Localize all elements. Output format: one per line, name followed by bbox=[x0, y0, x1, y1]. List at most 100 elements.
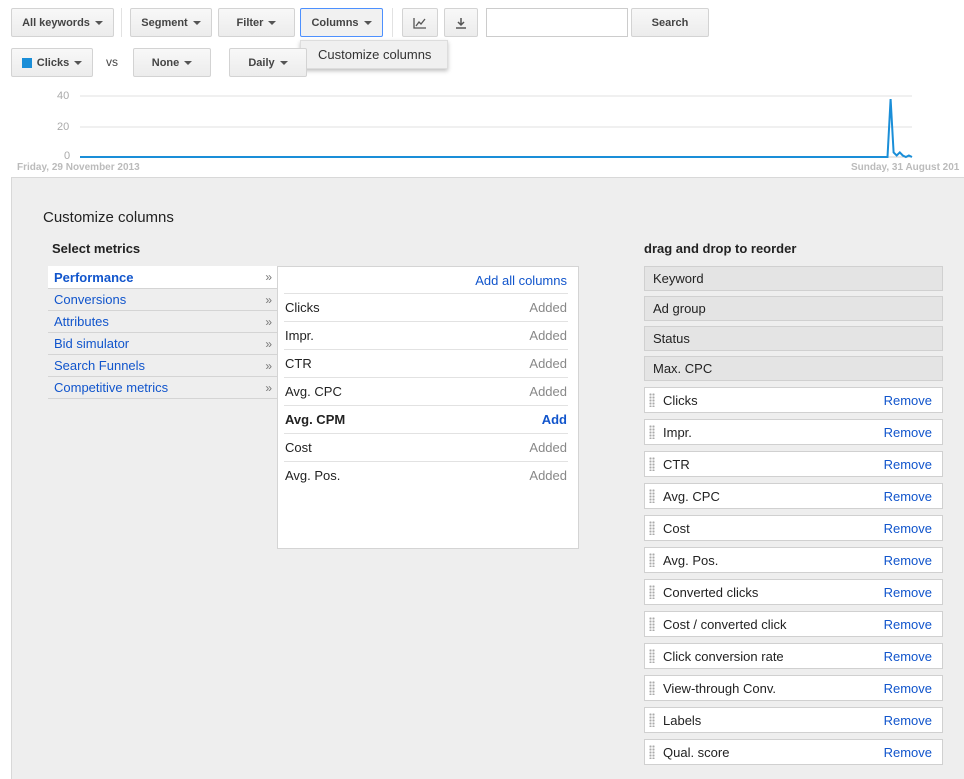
remove-link[interactable]: Remove bbox=[884, 585, 932, 600]
remove-link[interactable]: Remove bbox=[884, 681, 932, 696]
fixed-column-item: Max. CPC bbox=[644, 356, 943, 381]
draggable-column-item[interactable]: Cost / converted click Remove bbox=[644, 611, 943, 637]
remove-link[interactable]: Remove bbox=[884, 713, 932, 728]
metric-status: Added bbox=[529, 468, 567, 483]
remove-link[interactable]: Remove bbox=[884, 649, 932, 664]
clicks-series-line bbox=[80, 99, 913, 159]
metric-name: Clicks bbox=[285, 300, 320, 315]
column-label: Click conversion rate bbox=[663, 648, 784, 664]
remove-link[interactable]: Remove bbox=[884, 553, 932, 568]
remove-link[interactable]: Remove bbox=[884, 425, 932, 440]
select-metrics-heading: Select metrics bbox=[52, 241, 141, 256]
drag-handle-icon[interactable] bbox=[649, 489, 655, 503]
column-label: CTR bbox=[663, 456, 690, 472]
column-label: Converted clicks bbox=[663, 584, 759, 600]
remove-link[interactable]: Remove bbox=[884, 745, 932, 760]
fixed-column-item: Ad group bbox=[644, 296, 943, 321]
column-label: Avg. CPC bbox=[663, 488, 720, 504]
column-label: Qual. score bbox=[663, 744, 730, 760]
metric-category-list: Performance » Conversions » Attributes »… bbox=[48, 266, 278, 399]
drag-handle-icon[interactable] bbox=[649, 425, 655, 439]
drag-handle-icon[interactable] bbox=[649, 457, 655, 471]
metric-row: Avg. CPC Added bbox=[284, 377, 568, 405]
metric-name: Avg. CPM bbox=[285, 412, 346, 427]
drag-handle-icon[interactable] bbox=[649, 553, 655, 567]
column-label: Labels bbox=[663, 712, 702, 728]
category-label: Competitive metrics bbox=[54, 380, 169, 395]
draggable-column-item[interactable]: View-through Conv. Remove bbox=[644, 675, 943, 701]
metric-rows: Clicks Added Impr. Added CTR Added Avg. … bbox=[284, 293, 568, 489]
column-label: Clicks bbox=[663, 392, 698, 408]
double-chevron-right-icon: » bbox=[265, 292, 272, 307]
draggable-column-item[interactable]: Qual. score Remove bbox=[644, 739, 943, 765]
chart-start-date: Friday, 29 November 2013 bbox=[17, 162, 140, 173]
column-order-list: Keyword Ad group Status Max. CPC Clicks … bbox=[644, 266, 943, 771]
draggable-column-item[interactable]: Impr. Remove bbox=[644, 419, 943, 445]
metric-name: Cost bbox=[285, 440, 312, 455]
add-all-columns-link[interactable]: Add all columns bbox=[475, 273, 567, 288]
draggable-column-item[interactable]: Labels Remove bbox=[644, 707, 943, 733]
category-bid-simulator[interactable]: Bid simulator » bbox=[48, 333, 278, 355]
metric-name: Avg. Pos. bbox=[285, 468, 341, 483]
drag-handle-icon[interactable] bbox=[649, 617, 655, 631]
metric-list-box: Add all columns Clicks Added Impr. Added… bbox=[277, 266, 579, 549]
metric-row: Cost Added bbox=[284, 433, 568, 461]
category-conversions[interactable]: Conversions » bbox=[48, 289, 278, 311]
category-performance[interactable]: Performance » bbox=[48, 266, 278, 289]
drag-handle-icon[interactable] bbox=[649, 713, 655, 727]
drag-handle-icon[interactable] bbox=[649, 649, 655, 663]
column-label: Cost / converted click bbox=[663, 616, 787, 632]
metric-row: CTR Added bbox=[284, 349, 568, 377]
draggable-column-item[interactable]: Avg. CPC Remove bbox=[644, 483, 943, 509]
fixed-column-item: Status bbox=[644, 326, 943, 351]
metric-name: Avg. CPC bbox=[285, 384, 342, 399]
metric-name: Impr. bbox=[285, 328, 314, 343]
add-metric-link[interactable]: Add bbox=[542, 412, 567, 427]
draggable-column-item[interactable]: CTR Remove bbox=[644, 451, 943, 477]
remove-link[interactable]: Remove bbox=[884, 457, 932, 472]
category-label: Attributes bbox=[54, 314, 109, 329]
remove-link[interactable]: Remove bbox=[884, 521, 932, 536]
metric-status: Added bbox=[529, 300, 567, 315]
column-label: Impr. bbox=[663, 424, 692, 440]
draggable-column-item[interactable]: Cost Remove bbox=[644, 515, 943, 541]
drag-handle-icon[interactable] bbox=[649, 585, 655, 599]
metric-row: Clicks Added bbox=[284, 293, 568, 321]
category-search-funnels[interactable]: Search Funnels » bbox=[48, 355, 278, 377]
remove-link[interactable]: Remove bbox=[884, 489, 932, 504]
drag-handle-icon[interactable] bbox=[649, 681, 655, 695]
double-chevron-right-icon: » bbox=[265, 270, 272, 284]
drag-handle-icon[interactable] bbox=[649, 745, 655, 759]
drag-handle-icon[interactable] bbox=[649, 521, 655, 535]
metric-status: Added bbox=[529, 356, 567, 371]
draggable-column-item[interactable]: Converted clicks Remove bbox=[644, 579, 943, 605]
column-label: Cost bbox=[663, 520, 690, 536]
double-chevron-right-icon: » bbox=[265, 336, 272, 351]
metric-name: CTR bbox=[285, 356, 312, 371]
metric-status: Added bbox=[529, 328, 567, 343]
column-label: View-through Conv. bbox=[663, 680, 776, 696]
category-label: Search Funnels bbox=[54, 358, 146, 373]
panel-title: Customize columns bbox=[43, 209, 174, 226]
chart-end-date: Sunday, 31 August 201 bbox=[851, 162, 960, 173]
fixed-column-item: Keyword bbox=[644, 266, 943, 291]
draggable-column-item[interactable]: Click conversion rate Remove bbox=[644, 643, 943, 669]
category-label: Conversions bbox=[54, 292, 127, 307]
column-label: Avg. Pos. bbox=[663, 552, 719, 568]
reorder-heading: drag and drop to reorder bbox=[644, 241, 797, 256]
category-competitive-metrics[interactable]: Competitive metrics » bbox=[48, 377, 278, 399]
remove-link[interactable]: Remove bbox=[884, 617, 932, 632]
draggable-column-item[interactable]: Clicks Remove bbox=[644, 387, 943, 413]
drag-handle-icon[interactable] bbox=[649, 393, 655, 407]
metric-row: Avg. CPM Add bbox=[284, 405, 568, 433]
draggable-column-item[interactable]: Avg. Pos. Remove bbox=[644, 547, 943, 573]
double-chevron-right-icon: » bbox=[265, 380, 272, 395]
metric-status: Added bbox=[529, 440, 567, 455]
clicks-chart bbox=[80, 95, 913, 159]
metric-row: Impr. Added bbox=[284, 321, 568, 349]
category-attributes[interactable]: Attributes » bbox=[48, 311, 278, 333]
double-chevron-right-icon: » bbox=[265, 314, 272, 329]
metric-row: Avg. Pos. Added bbox=[284, 461, 568, 489]
customize-columns-panel: Customize columns Select metrics Perform… bbox=[11, 177, 964, 779]
remove-link[interactable]: Remove bbox=[884, 393, 932, 408]
